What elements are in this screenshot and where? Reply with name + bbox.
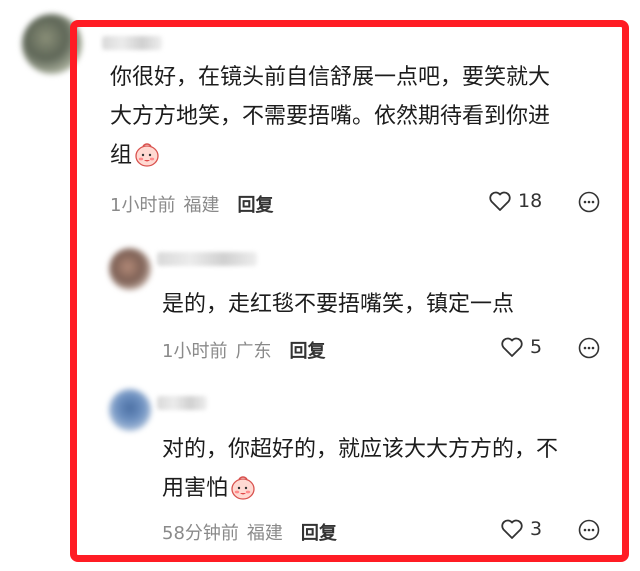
highlight-frame <box>70 20 629 562</box>
